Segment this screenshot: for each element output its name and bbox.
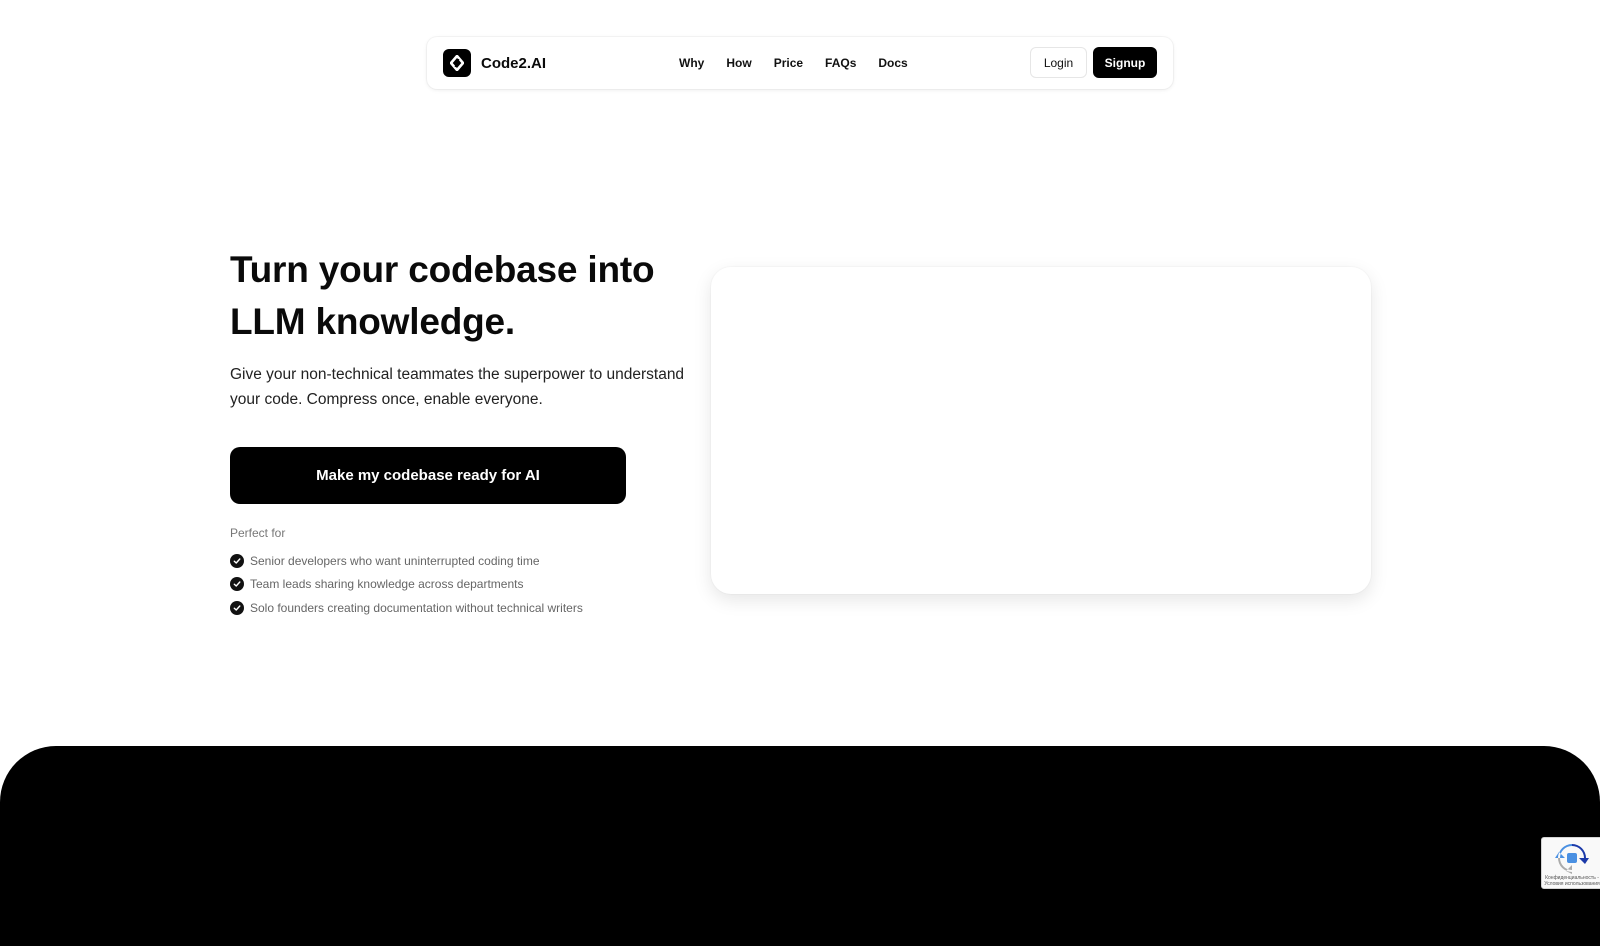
recaptcha-terms-link[interactable]: Условия использования	[1544, 881, 1600, 887]
list-item: Solo founders creating documentation wit…	[230, 596, 583, 620]
hero-subtitle-line-2: your code. Compress once, enable everyon…	[230, 390, 543, 408]
signup-button[interactable]: Signup	[1093, 47, 1157, 78]
nav-link-why[interactable]: Why	[679, 56, 704, 70]
check-circle-icon	[230, 600, 244, 615]
nav-link-how[interactable]: How	[726, 56, 751, 70]
list-item-text: Solo founders creating documentation wit…	[250, 600, 583, 615]
brand-name: Code2.AI	[481, 54, 547, 72]
recaptcha-text: Конфиденциальность - Условия использован…	[1544, 875, 1600, 887]
hero-subtitle-line-1: Give your non-technical teammates the su…	[230, 366, 685, 383]
nav-links: Why How Price FAQs Docs	[679, 37, 930, 89]
check-circle-icon	[230, 577, 244, 592]
login-button[interactable]: Login	[1030, 47, 1087, 78]
recaptcha-badge[interactable]: Конфиденциальность - Условия использован…	[1541, 837, 1600, 889]
logo-icon	[443, 49, 471, 77]
recaptcha-icon	[1555, 844, 1589, 874]
perfect-for-label: Perfect for	[230, 526, 286, 540]
nav-link-price[interactable]: Price	[774, 56, 803, 70]
hero-subtitle: Give your non-technical teammates the su…	[230, 363, 690, 412]
perfect-for-list: Senior developers who want uninterrupted…	[230, 549, 583, 620]
list-item: Senior developers who want uninterrupted…	[230, 549, 583, 573]
list-item-text: Team leads sharing knowledge across depa…	[250, 577, 524, 592]
check-circle-icon	[230, 553, 244, 568]
hero-preview-card	[711, 267, 1371, 594]
top-navbar: Code2.AI Why How Price FAQs Docs Login S…	[427, 37, 1173, 89]
list-item-text: Senior developers who want uninterrupted…	[250, 553, 540, 568]
dark-section	[0, 746, 1600, 946]
list-item: Team leads sharing knowledge across depa…	[230, 573, 583, 597]
hero-title: Turn your codebase into LLM knowledge.	[230, 244, 690, 348]
brand-logo[interactable]: Code2.AI	[443, 49, 546, 77]
hero-title-line-1: Turn your codebase into	[230, 249, 655, 290]
nav-link-faqs[interactable]: FAQs	[825, 56, 856, 70]
cta-button[interactable]: Make my codebase ready for AI	[230, 447, 626, 504]
nav-link-docs[interactable]: Docs	[878, 56, 907, 70]
hero-title-line-2: LLM knowledge.	[230, 301, 515, 342]
